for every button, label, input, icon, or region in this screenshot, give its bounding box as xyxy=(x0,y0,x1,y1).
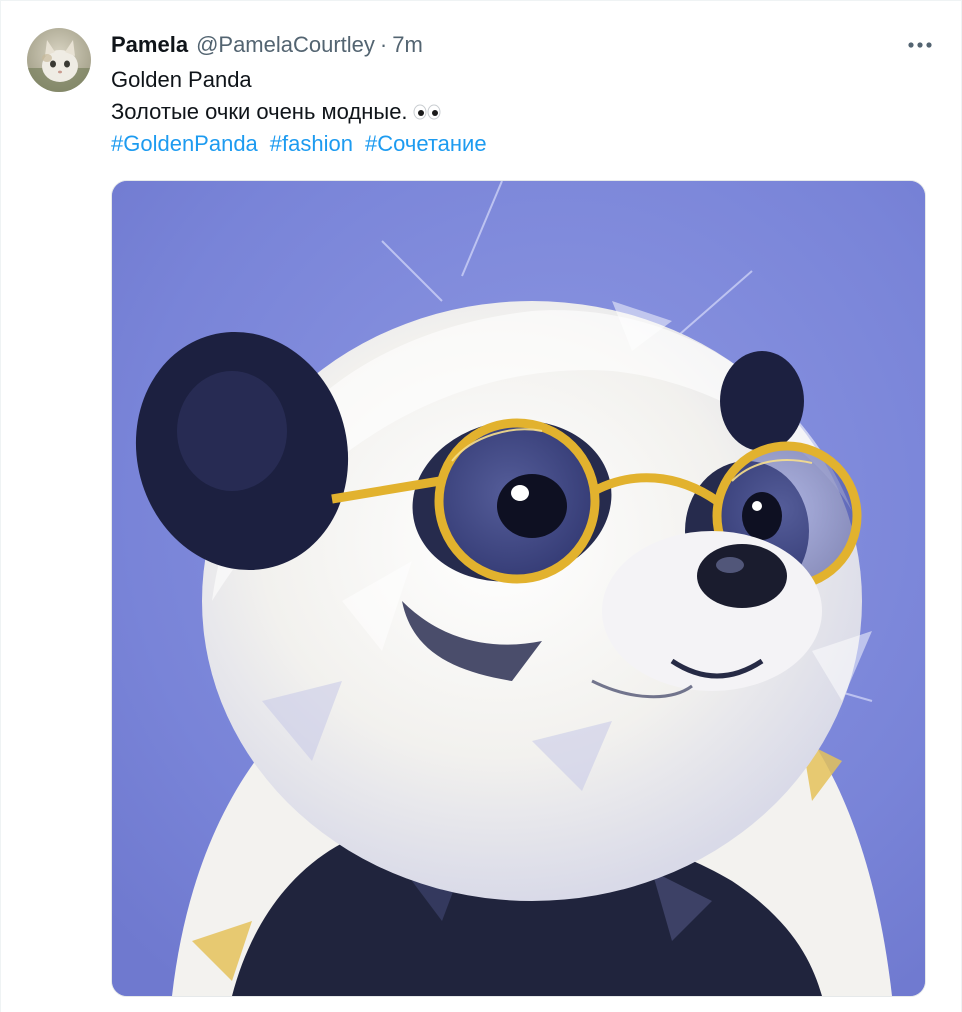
tweet-header: Pamela @PamelaCourtley · 7m xyxy=(111,30,423,60)
eyes-emoji-icon xyxy=(412,104,442,120)
more-horizontal-icon xyxy=(908,42,932,48)
tweet-border-left xyxy=(0,0,1,1012)
more-options-button[interactable] xyxy=(900,30,940,60)
hashtag-fashion[interactable]: #fashion xyxy=(270,129,353,159)
header-separator: · xyxy=(379,32,388,57)
tweet-text-title: Golden Panda xyxy=(111,67,252,92)
avatar[interactable] xyxy=(27,28,91,92)
tweet-border-top xyxy=(0,0,962,1)
author-name[interactable]: Pamela xyxy=(111,32,188,58)
tweet-text-body-content: Золотые очки очень модные. xyxy=(111,99,408,124)
hashtag-list: #GoldenPanda #fashion #Сочетание xyxy=(111,129,487,159)
hashtag-sochetanie[interactable]: #Сочетание xyxy=(365,129,487,159)
kitten-avatar-icon xyxy=(27,28,91,92)
tweet-image[interactable] xyxy=(111,180,926,997)
tweet-text-body: Золотые очки очень модные. xyxy=(111,97,442,127)
hashtag-golden-panda[interactable]: #GoldenPanda xyxy=(111,129,258,159)
golden-panda-image xyxy=(112,181,925,996)
author-handle[interactable]: @PamelaCourtley xyxy=(196,32,375,58)
tweet-timestamp[interactable]: 7m xyxy=(392,32,423,58)
